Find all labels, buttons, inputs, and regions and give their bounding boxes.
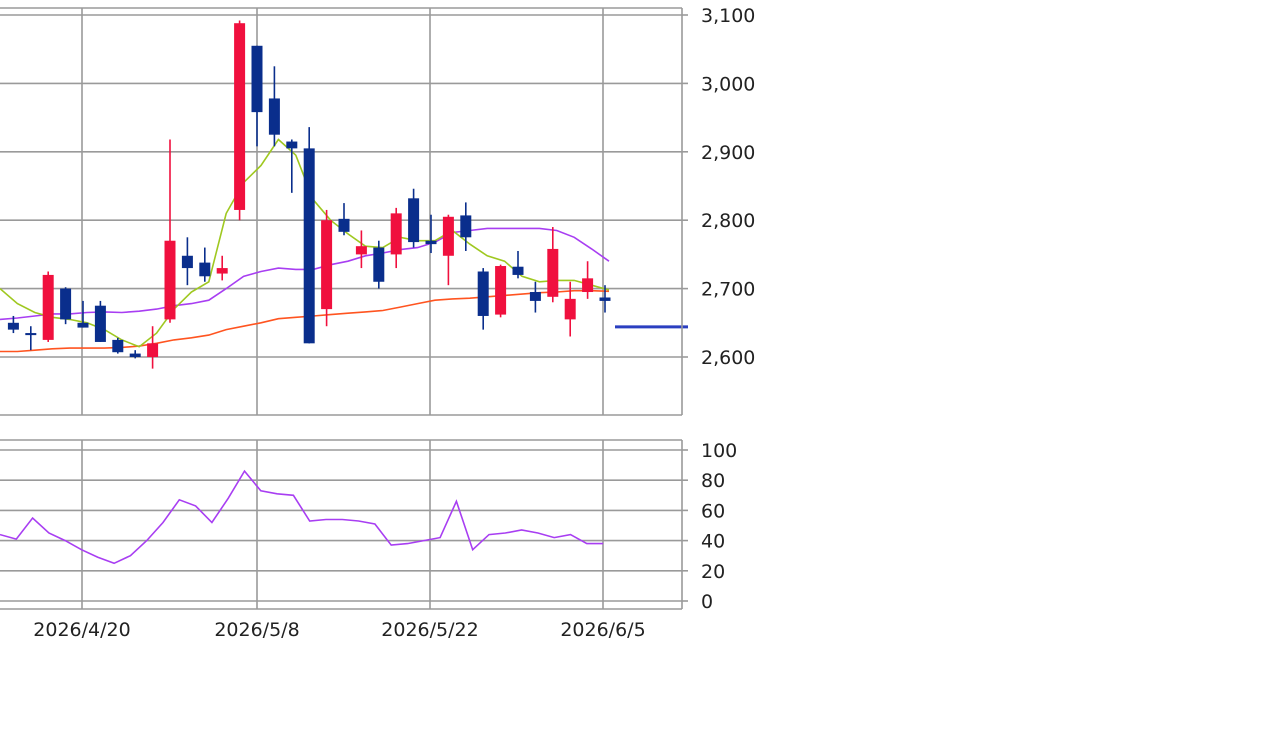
candle-body [129, 353, 141, 357]
oscillator-frame [0, 439, 683, 610]
oscillator-tick-label: 40 [701, 531, 725, 553]
oscillator-tick-label: 20 [701, 561, 725, 583]
candle-body [25, 333, 37, 336]
price-grid [0, 8, 682, 415]
candle-body [303, 148, 315, 344]
date-label: 2026/4/20 [33, 619, 130, 641]
candle-body [582, 278, 594, 293]
candle-body [7, 322, 19, 330]
candle-body [164, 240, 176, 320]
candle-body [442, 216, 454, 256]
price-tick-label: 2,700 [701, 279, 755, 301]
date-label: 2026/5/8 [214, 619, 299, 641]
candle-body [112, 339, 124, 353]
price-axis-ticks: 3,100 3,000 2,900 2,800 2,700 2,600 [682, 5, 755, 369]
price-tick-label: 2,600 [701, 347, 755, 369]
candle-body [460, 215, 472, 238]
candle-body [599, 297, 611, 301]
price-frame [0, 7, 683, 416]
oscillator-grid [0, 440, 682, 609]
candle-body [286, 141, 298, 149]
candle-body [390, 213, 402, 255]
candle-body [425, 240, 437, 245]
price-tick-label: 2,800 [701, 210, 755, 232]
price-panel: 3,100 3,000 2,900 2,800 2,700 2,600 [0, 5, 755, 416]
candle-body [564, 298, 576, 320]
price-tick-label: 2,900 [701, 142, 755, 164]
date-axis-labels: 2026/4/20 2026/5/8 2026/5/22 2026/6/5 [33, 619, 645, 641]
candle-body [42, 274, 54, 340]
candle-body [373, 247, 385, 282]
candle-body [60, 288, 72, 320]
price-tick-label: 3,000 [701, 73, 755, 95]
candle-body [338, 218, 350, 232]
candle-body [321, 220, 333, 310]
candle-body [355, 246, 367, 255]
price-tick-label: 3,100 [701, 5, 755, 27]
candle-body [512, 266, 524, 275]
candle-body [234, 23, 246, 210]
oscillator-line [0, 469, 604, 565]
price-candles [7, 20, 688, 369]
candle-body [181, 255, 193, 269]
candle-body [529, 292, 541, 301]
date-label: 2026/5/22 [381, 619, 478, 641]
date-label: 2026/6/5 [560, 619, 645, 641]
oscillator-axis-ticks: 100 80 60 40 20 0 [682, 440, 737, 613]
candle-body [216, 268, 228, 274]
oscillator-tick-label: 60 [701, 500, 725, 522]
candle-body [251, 45, 263, 113]
candle-body [495, 266, 507, 315]
oscillator-panel: 100 80 60 40 20 0 [0, 439, 737, 613]
candle-body [94, 305, 106, 342]
oscillator-tick-label: 80 [701, 470, 725, 492]
candle-body [268, 98, 280, 135]
oscillator-series-line [0, 469, 604, 565]
candle-body [477, 271, 489, 316]
candle-body [147, 343, 159, 357]
candle-body [199, 262, 211, 277]
candle-body [547, 248, 559, 297]
candle-body [77, 322, 89, 328]
oscillator-tick-label: 0 [701, 591, 713, 613]
stock-chart: 3,100 3,000 2,900 2,800 2,700 2,600 100 80 60 40… [0, 5, 755, 641]
oscillator-tick-label: 100 [701, 440, 737, 462]
candle-body [408, 198, 420, 243]
